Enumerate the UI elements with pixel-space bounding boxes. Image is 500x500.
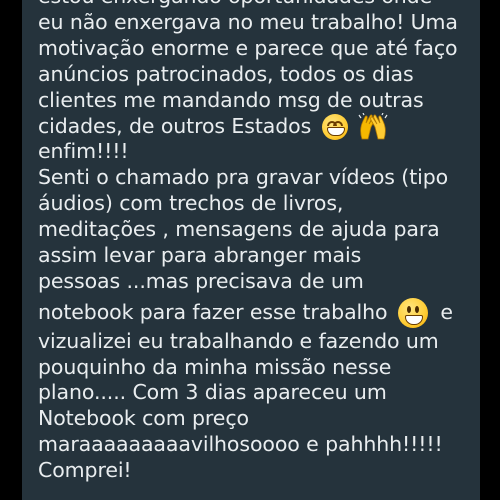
message-line: clientes me mandando msg de outras <box>38 87 424 112</box>
message-line-with-emoji: notebook para fazer esse trabalho e <box>38 295 488 329</box>
message-line-with-emojis: cidades, de outros Estados <box>38 113 488 141</box>
message-line-text: cidades, de outros Estados <box>38 114 312 139</box>
message-line: enfim!!!! <box>38 139 129 164</box>
message-line: pessoas ...mas precisava de um <box>38 268 364 293</box>
message-line: maraaaaaaaaavilhosoooo e pahhhh!!!!! <box>38 432 443 457</box>
message-line: pouquinho da minha missão nesse <box>38 354 392 379</box>
message-line: Senti o chamado pra gravar vídeos (tipo <box>38 165 449 190</box>
message-line: vizualizei eu trabalhando e fazendo um <box>38 328 439 353</box>
message-line: meditações , mensagens de ajuda para <box>38 217 440 242</box>
message-line: assim levar para abranger mais <box>38 242 362 267</box>
message-line: áudios) com trechos de livros, <box>38 191 344 216</box>
message-line: estou enxergando oportunidades onde <box>38 0 488 10</box>
grinning-face-with-smiling-eyes-emoji-icon <box>321 114 348 141</box>
message-text: estou enxergando oportunidades onde eu n… <box>38 0 488 484</box>
raising-hands-emoji-icon <box>358 113 388 141</box>
grinning-face-emoji-icon <box>397 297 428 328</box>
message-line-suffix: e <box>440 299 453 324</box>
message-line: Comprei! <box>38 458 132 483</box>
message-line: anúncios patrocinados, todos os dias <box>38 61 414 86</box>
message-line-text: notebook para fazer esse trabalho <box>38 299 388 324</box>
screen: estou enxergando oportunidades onde eu n… <box>0 0 500 500</box>
message-line: eu não enxergava no meu trabalho! Uma <box>38 9 458 34</box>
message-line: plano..... Com 3 dias apareceu um <box>38 380 387 405</box>
message-line: Notebook com preço <box>38 406 249 431</box>
message-line: motivação enorme e parece que até faço <box>38 35 458 60</box>
